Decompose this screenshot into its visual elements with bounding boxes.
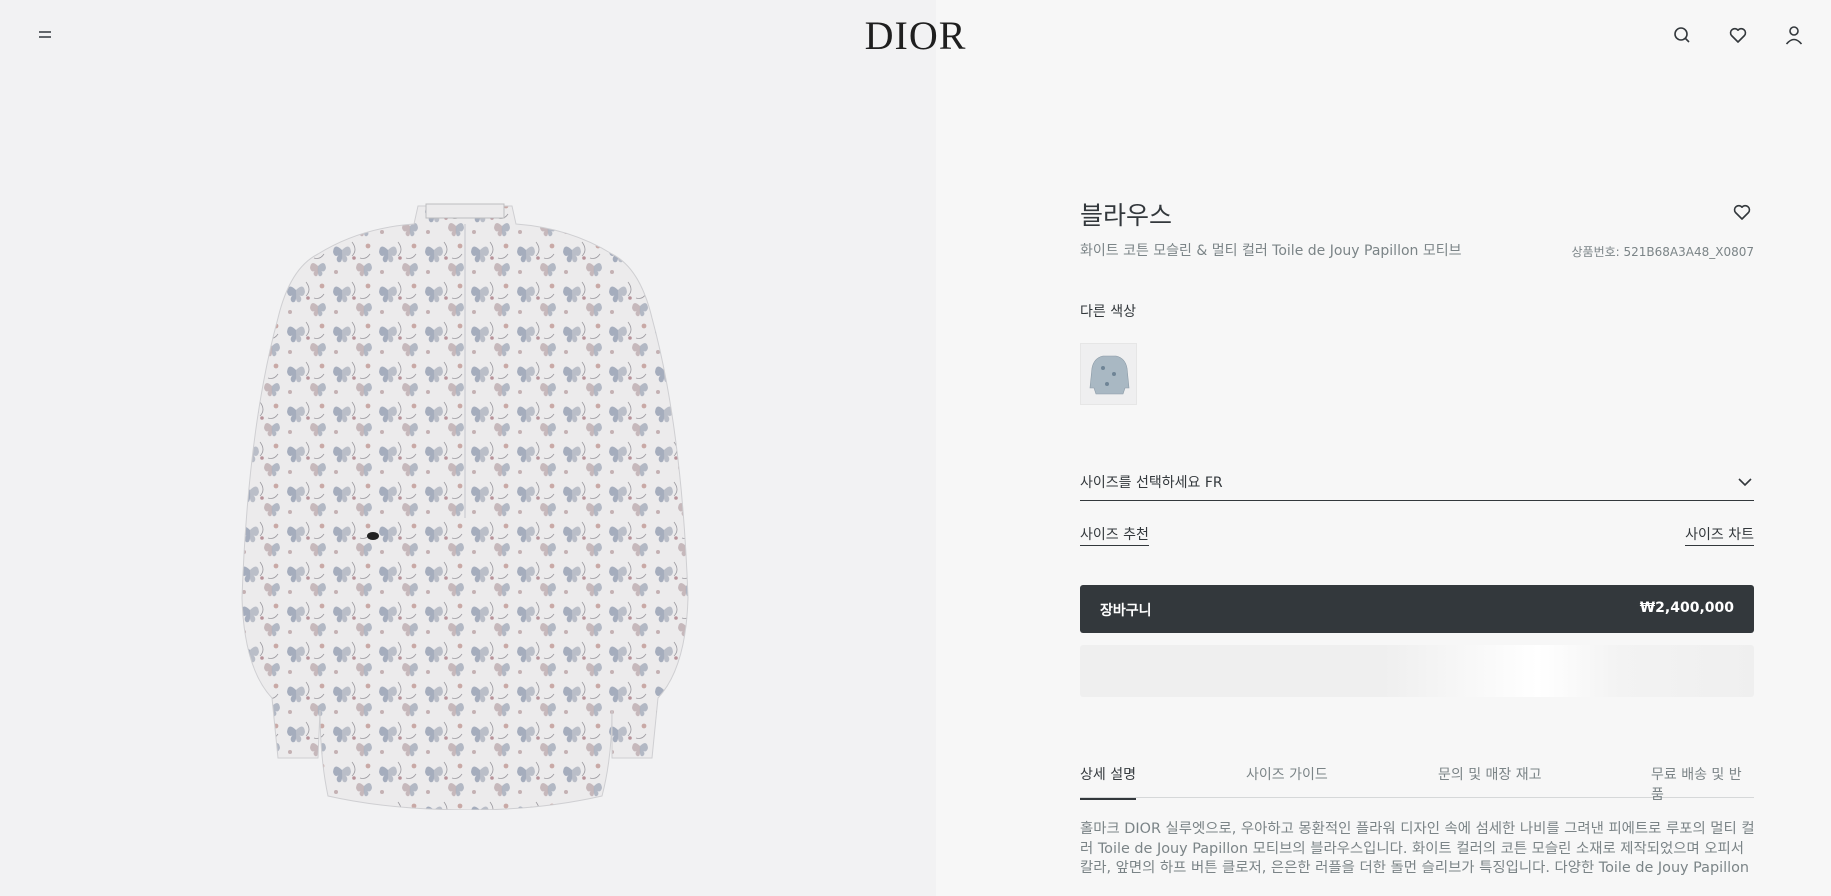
cart-button-label: 장바구니 [1100,603,1152,619]
size-select-label: 사이즈를 선택하세요 FR [1080,475,1223,491]
product-tabs: 상세 설명 사이즈 가이드 문의 및 매장 재고 무료 배송 및 반품 [1080,758,1754,803]
dior-logo[interactable]: DIOR [865,13,967,58]
tab-size-guide[interactable]: 사이즈 가이드 [1246,764,1328,798]
payment-options-placeholder [1080,645,1754,697]
product-image[interactable] [240,198,690,811]
add-to-cart-button[interactable]: 장바구니 ₩2,400,000 [1080,585,1754,633]
other-colors-label: 다른 색상 [1080,304,1136,320]
color-swatch[interactable] [1080,343,1137,405]
size-select[interactable]: 사이즈를 선택하세요 FR [1080,465,1754,501]
user-icon[interactable] [1782,23,1806,47]
tab-shipping-returns[interactable]: 무료 배송 및 반품 [1651,764,1754,818]
site-header: DIOR [0,0,1831,72]
tab-inquiry-stock[interactable]: 문의 및 매장 재고 [1438,764,1542,798]
chevron-down-icon [1736,473,1754,491]
heart-icon[interactable] [1726,23,1750,47]
size-chart-link[interactable]: 사이즈 차트 [1685,524,1754,546]
product-price: ₩2,400,000 [1639,600,1734,616]
product-description: 홀마크 DIOR 실루엣으로, 우아하고 몽환적인 플라워 디자인 속에 섬세한… [1080,821,1755,880]
logo: DIOR [0,12,1831,59]
search-icon[interactable] [1670,23,1694,47]
product-sku: 상품번호: 521B68A3A48_X0807 [1571,245,1754,259]
product-subtitle: 화이트 코튼 모슬린 & 멀티 컬러 Toile de Jouy Papillo… [1080,243,1462,259]
tab-details[interactable]: 상세 설명 [1080,764,1136,800]
size-recommendation-link[interactable]: 사이즈 추천 [1080,524,1149,546]
add-to-wishlist-heart-icon[interactable] [1730,200,1754,224]
product-title: 블라우스 [1080,201,1173,230]
